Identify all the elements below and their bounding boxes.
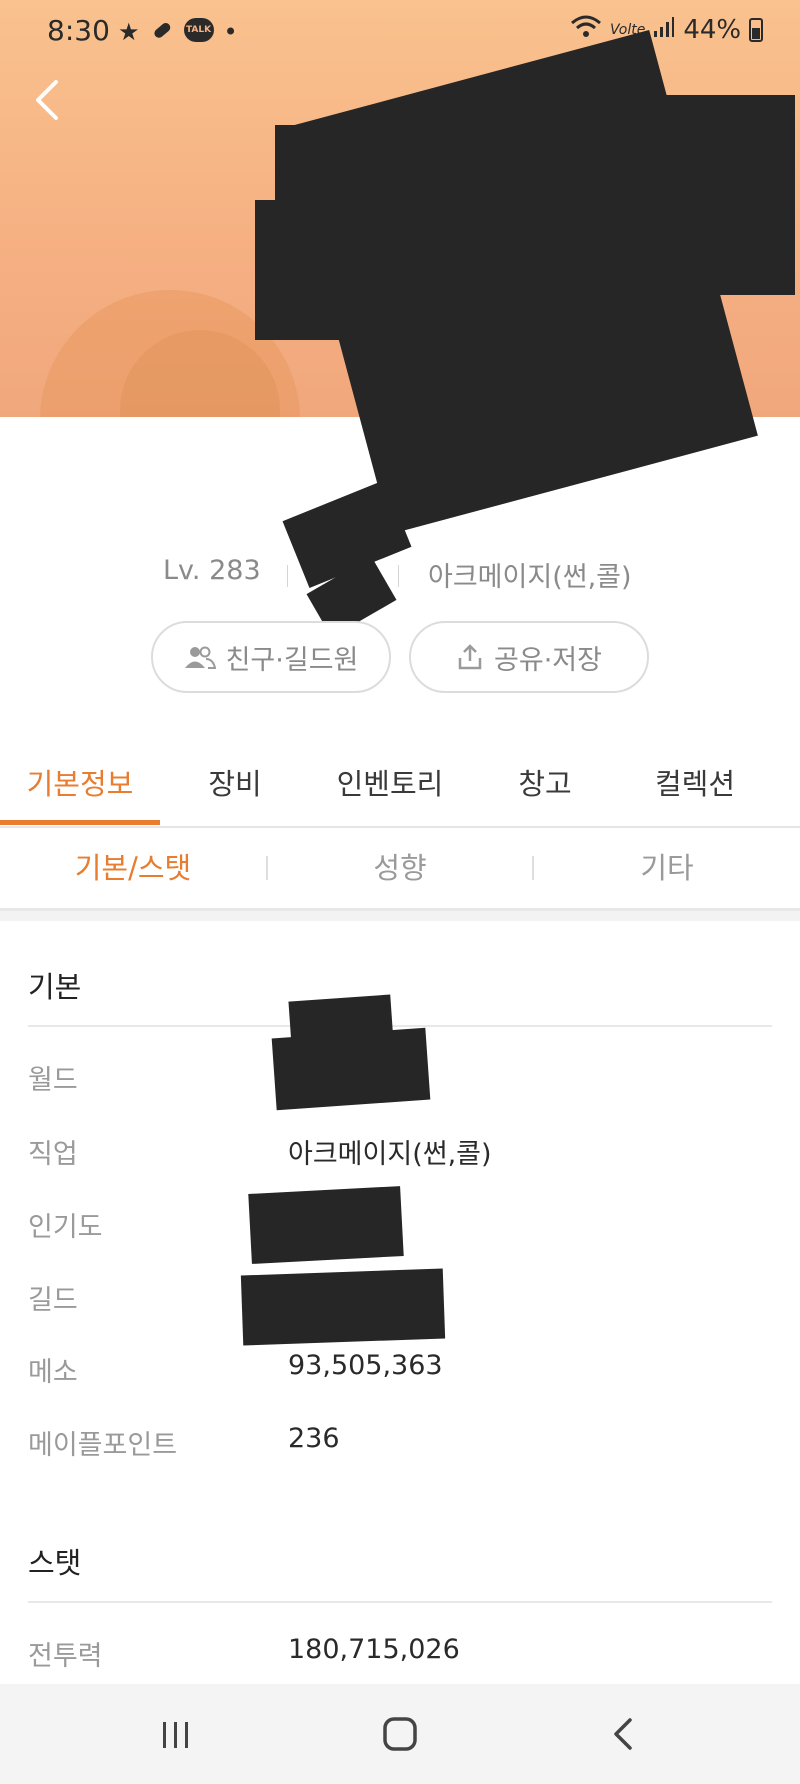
battery-icon xyxy=(749,17,764,42)
meta-divider xyxy=(398,565,399,587)
share-save-button[interactable]: 공유·저장 xyxy=(409,621,649,693)
guild-label: 길드 xyxy=(28,1285,78,1316)
redaction-avatar-3 xyxy=(275,125,365,235)
dot-icon: • xyxy=(223,18,238,46)
meso-label: 메소 xyxy=(28,1357,78,1388)
recent-apps-button[interactable] xyxy=(146,1708,206,1760)
redaction-popularity xyxy=(248,1186,404,1264)
character-job: 아크메이지(썬,콜) xyxy=(428,562,632,593)
signal-icon xyxy=(653,15,675,45)
meta-divider xyxy=(287,565,288,587)
subtab-basic-stats[interactable]: 기본/스탯 xyxy=(0,828,266,908)
maple-leaf-icon: ★ xyxy=(118,18,140,46)
redaction-avatar-4 xyxy=(590,95,795,295)
tab-storage[interactable]: 창고 xyxy=(470,730,620,824)
status-bar: 8:30 ★ TALK • Volte 44% xyxy=(0,0,800,62)
character-level: Lv. 283 xyxy=(163,555,261,586)
recent-apps-icon xyxy=(163,1722,188,1748)
back-button[interactable] xyxy=(28,76,68,124)
system-nav-bar xyxy=(0,1684,800,1784)
share-icon xyxy=(458,644,482,670)
wifi-icon xyxy=(570,14,602,45)
system-indicators: Volte 44% xyxy=(570,14,764,45)
subtab-etc[interactable]: 기타 xyxy=(534,828,800,908)
combat-power-value: 180,715,026 xyxy=(288,1634,460,1665)
job-value: 아크메이지(썬,콜) xyxy=(288,1139,492,1170)
section-divider xyxy=(28,1601,772,1603)
friends-guild-label: 친구·길드원 xyxy=(225,644,359,676)
talk-icon: TALK xyxy=(183,18,214,42)
section-divider xyxy=(28,1025,772,1027)
redaction-world-2 xyxy=(271,1027,431,1111)
world-label: 월드 xyxy=(28,1065,78,1096)
combat-power-label: 전투력 xyxy=(28,1641,103,1672)
battery-percent: 44% xyxy=(683,14,742,45)
chevron-left-icon xyxy=(36,80,58,120)
job-label: 직업 xyxy=(28,1139,78,1170)
meso-value: 93,505,363 xyxy=(288,1350,443,1381)
status-time: 8:30 xyxy=(47,14,110,47)
subtab-propensity[interactable]: 성향 xyxy=(268,828,532,908)
active-tab-indicator xyxy=(0,820,160,825)
main-tabs: 기본정보 장비 인벤토리 창고 컬렉션 xyxy=(0,730,800,828)
profile-meta: Lv. 283 아크메이지(썬,콜) xyxy=(0,555,800,595)
share-save-label: 공유·저장 xyxy=(494,644,602,676)
home-icon xyxy=(383,1717,417,1751)
basic-section-title: 기본 xyxy=(28,970,82,1004)
nav-back-button[interactable] xyxy=(594,1708,654,1760)
stats-section-title: 스탯 xyxy=(28,1546,82,1580)
notification-icons: ★ TALK • xyxy=(118,18,238,48)
home-button[interactable] xyxy=(370,1708,430,1760)
back-icon xyxy=(614,1718,632,1750)
popularity-label: 인기도 xyxy=(28,1212,103,1243)
tab-basic-info[interactable]: 기본정보 xyxy=(0,730,160,824)
pill-icon xyxy=(150,18,174,48)
sub-tabs: 기본/스탯 성향 기타 xyxy=(0,828,800,911)
friends-guild-button[interactable]: 친구·길드원 xyxy=(151,621,391,693)
people-icon xyxy=(184,646,216,669)
tab-inventory[interactable]: 인벤토리 xyxy=(310,730,470,824)
redaction-guild xyxy=(240,1268,446,1346)
tab-collection[interactable]: 컬렉션 xyxy=(620,730,770,824)
maple-point-value: 236 xyxy=(288,1423,340,1454)
section-gap xyxy=(0,911,800,921)
tab-equipment[interactable]: 장비 xyxy=(160,730,310,824)
maple-point-label: 메이플포인트 xyxy=(28,1430,178,1461)
